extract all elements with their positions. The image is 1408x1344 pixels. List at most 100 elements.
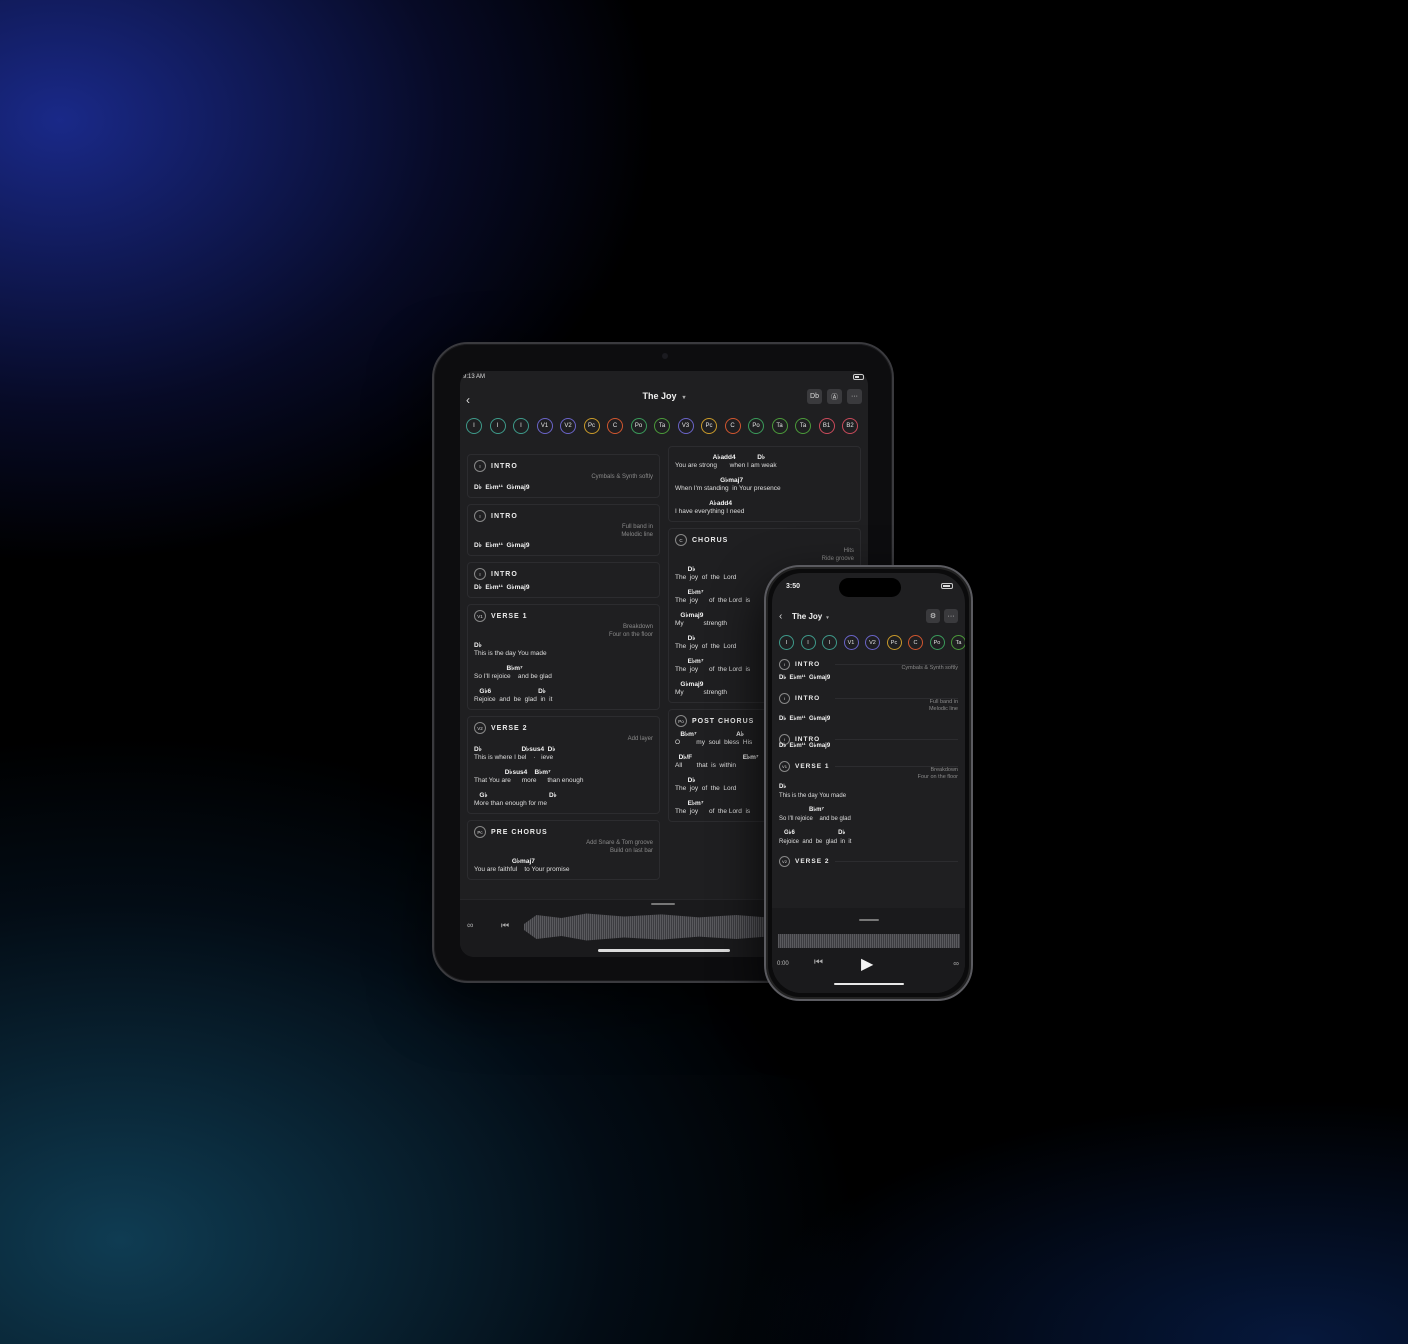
lyric-line: When I'm standing in Your presence (675, 485, 781, 492)
section-chip[interactable]: Pc (886, 635, 902, 650)
section-card: Pc PRE CHORUS Add Snare & Tom groove Build … (467, 820, 660, 880)
section-chip[interactable]: Ta (654, 418, 670, 434)
section-chip[interactable]: B1 (818, 418, 835, 434)
play-icon[interactable]: ▶ (861, 954, 873, 974)
section-chip[interactable]: C (908, 635, 923, 650)
section-header[interactable]: I INTRO (474, 567, 653, 581)
section-chip[interactable]: Po (929, 635, 945, 650)
waveform-scrubber[interactable] (778, 934, 960, 948)
more-icon[interactable]: ··· (847, 389, 862, 404)
song-title[interactable]: The Joy ▾ (792, 612, 829, 621)
section-chip[interactable]: V1 (536, 418, 553, 434)
chord-lyric-line: D♭ E♭m¹¹ G♭maj9 (474, 483, 653, 492)
section-chip[interactable]: I (800, 635, 816, 650)
chord-line: G♭6 D♭ (779, 830, 846, 836)
section-chip[interactable]: Pc (701, 418, 717, 434)
section-note: Hits (843, 548, 854, 554)
chord-lyric-line: D♭ E♭m¹¹ G♭maj9 (779, 715, 958, 724)
chord-lyric-line: G♭maj7 When I'm standing in Your presence (675, 476, 854, 493)
section-card: I INTRO Cymbals & Synth softly D♭ E♭m¹¹ G♭m… (779, 657, 958, 683)
section-title: POST CHORUS (692, 717, 755, 725)
elapsed-time: 0:00 (777, 961, 789, 967)
section-chip[interactable]: B2 (842, 418, 858, 434)
chord-line: D♭ E♭m¹¹ G♭maj9 (474, 484, 530, 491)
chord-line: A♭add4 D♭ (675, 454, 766, 461)
loop-icon[interactable]: ∞ (467, 920, 473, 930)
metronome-icon[interactable]: Ⓐ (827, 389, 842, 404)
section-chip[interactable]: Po (630, 418, 647, 434)
dynamic-island (839, 578, 901, 597)
section-card: V2 VERSE 2 Add layer D♭ D♭sus4 D♭ This is wh… (467, 716, 660, 814)
section-chip[interactable]: Pc (583, 418, 600, 434)
chevron-down-icon: ▾ (826, 615, 829, 621)
section-note: Add layer (627, 736, 653, 742)
previous-icon[interactable]: ⏮ (501, 920, 509, 931)
section-title: PRE CHORUS (491, 828, 548, 836)
section-badge: V2 (474, 722, 486, 734)
settings-icon[interactable]: ⚙ (926, 609, 940, 623)
section-header[interactable]: C CHORUS (675, 533, 854, 547)
chord-lyric-line: D♭sus4 B♭m⁷ That You are more than enough (474, 768, 653, 785)
home-indicator (598, 949, 730, 952)
section-card: I INTRO D♭ E♭m¹¹ G♭maj9 (467, 562, 660, 598)
section-title: CHORUS (692, 536, 729, 544)
drawer-handle[interactable] (859, 919, 879, 921)
section-title: INTRO (491, 512, 518, 520)
section-chip[interactable]: I (466, 418, 482, 434)
section-badge: V1 (474, 610, 486, 622)
chord-line: D♭ (474, 642, 482, 649)
section-nav: I I I V1 V2 Pc C Po Ta V3 Pc C Po Ta Ta B1 B2 (466, 418, 858, 434)
section-note: Full band in (621, 524, 653, 530)
previous-icon[interactable]: ⏮ (814, 957, 823, 968)
chord-lyric-line: D♭ E♭m¹¹ G♭maj9 (779, 742, 958, 751)
loop-icon[interactable]: ∞ (953, 959, 959, 968)
section-chip[interactable]: I (489, 418, 506, 434)
section-chip[interactable]: I (513, 418, 529, 434)
section-chip[interactable]: Po (748, 418, 764, 434)
section-header[interactable]: V2 VERSE 2 (474, 721, 653, 735)
section-chip[interactable]: V3 (677, 418, 694, 434)
section-chip[interactable]: I (779, 635, 794, 650)
chord-lyric-line: B♭m⁷ So I'll rejoice and be glad (779, 806, 958, 823)
chord-lyric-line: D♭ E♭m¹¹ G♭maj9 (474, 541, 653, 550)
key-button[interactable]: Db (807, 389, 822, 404)
status-time: 3:50 (786, 583, 801, 590)
back-icon[interactable]: ‹ (779, 611, 782, 622)
lyric-line: You are strong when I am weak (675, 462, 777, 469)
section-chip[interactable]: V1 (843, 635, 859, 650)
chord-line: G♭maj7 (675, 477, 744, 484)
section-chip[interactable]: V2 (865, 635, 880, 650)
section-header[interactable]: I INTRO (474, 509, 653, 523)
chart-column: I INTRO Cymbals & Synth softly D♭ E♭m¹¹ G♭m… (779, 657, 958, 870)
phone-device: 3:50 ‹ The Joy ▾ ⚙ ··· I I I V1 V2 Pc C Po Ta I IN… (764, 565, 973, 1001)
section-chip[interactable]: C (724, 418, 741, 434)
lyric-line: I have everything I need (675, 508, 745, 515)
drawer-handle[interactable] (651, 903, 675, 905)
chord-line: D♭ (779, 784, 787, 790)
section-header[interactable]: V1 VERSE 1 (474, 609, 653, 623)
section-note: Build on last bar (609, 848, 653, 854)
section-chip[interactable]: Ta (795, 418, 811, 434)
section-title: VERSE 2 (795, 857, 830, 865)
section-chip[interactable]: Ta (951, 635, 965, 650)
song-title-label: The Joy (642, 391, 677, 401)
section-note: Ride groove (821, 556, 854, 562)
section-divider (835, 739, 958, 740)
section-chip[interactable]: I (822, 635, 837, 650)
section-header[interactable]: I INTRO (474, 459, 653, 473)
battery-icon (853, 374, 864, 380)
section-title: VERSE 1 (491, 612, 528, 620)
section-badge: C (675, 534, 687, 546)
section-card: I INTRO Full band in Melodic line D♭ E♭m¹¹ G… (779, 691, 958, 724)
section-divider (835, 861, 958, 862)
section-chip[interactable]: Ta (771, 418, 788, 434)
chord-line: D♭ E♭m¹¹ G♭maj9 (474, 584, 530, 591)
chord-line: D♭ E♭m¹¹ G♭maj9 (474, 542, 530, 549)
section-chip[interactable]: V2 (560, 418, 576, 434)
chord-lyric-line: A♭add4 I have everything I need (675, 499, 854, 516)
section-header[interactable]: Pc PRE CHORUS (474, 825, 653, 839)
more-icon[interactable]: ··· (944, 609, 958, 623)
waveform-scrubber[interactable] (524, 913, 774, 941)
section-chip[interactable]: C (607, 418, 623, 434)
section-card: V2 VERSE 2 (779, 854, 958, 867)
